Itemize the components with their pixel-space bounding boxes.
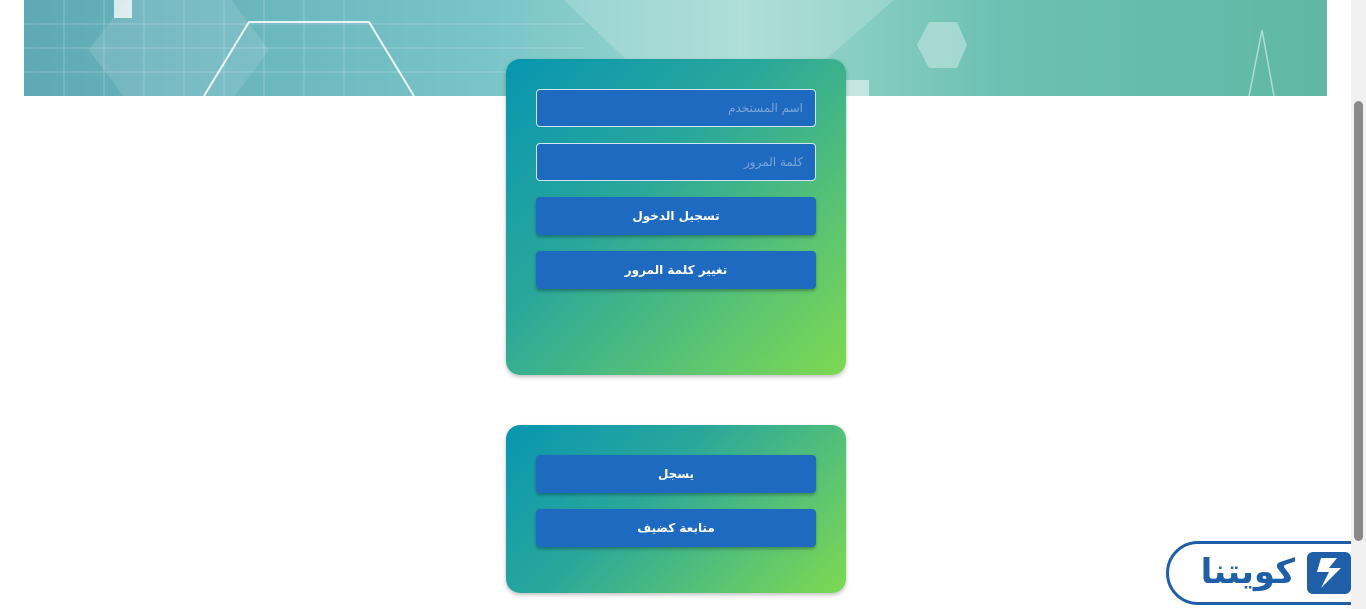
password-input[interactable] — [536, 143, 816, 181]
register-button[interactable]: يسجل — [536, 455, 816, 493]
scrollbar-thumb[interactable] — [1354, 101, 1363, 541]
continue-as-guest-button[interactable]: متابعة كضيف — [536, 509, 816, 547]
brand-name: كويتنا — [1200, 552, 1295, 592]
login-card: تسجيل الدخول تغيير كلمة المرور — [506, 59, 846, 375]
register-card: يسجل متابعة كضيف — [506, 425, 846, 593]
username-input[interactable] — [536, 89, 816, 127]
brand-logo[interactable]: كويتنا — [1166, 541, 1366, 605]
lightning-icon — [1307, 552, 1351, 594]
change-password-button[interactable]: تغيير كلمة المرور — [536, 251, 816, 289]
login-button[interactable]: تسجيل الدخول — [536, 197, 816, 235]
vertical-scrollbar[interactable] — [1351, 0, 1366, 609]
